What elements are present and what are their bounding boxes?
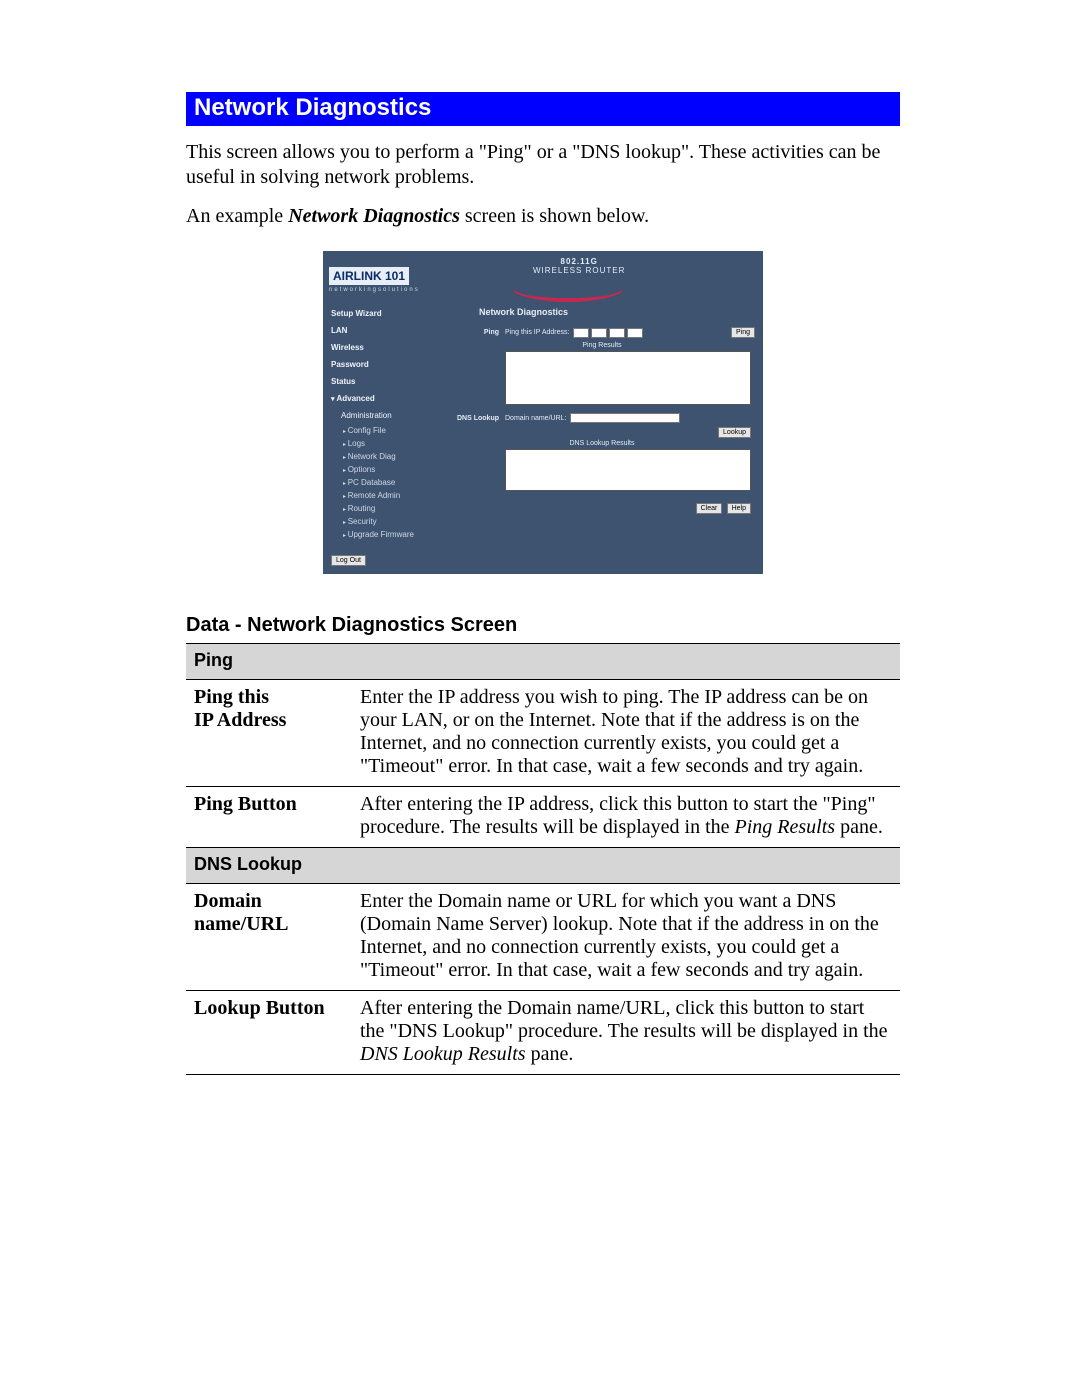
ip-octet-1[interactable] [573,328,589,338]
clear-button[interactable]: Clear [696,503,723,514]
desc-ping-button: After entering the IP address, click thi… [352,787,900,848]
nav-security[interactable]: Security [331,515,441,528]
desc-ping-ip: Enter the IP address you wish to ping. T… [352,680,900,787]
nav-logs[interactable]: Logs [331,437,441,450]
nav-advanced[interactable]: Advanced [331,390,441,407]
logout-button[interactable]: Log Out [331,555,366,566]
router-logo-subtitle: networkingsolutions [329,287,469,293]
intro-paragraph-2: An example Network Diagnostics screen is… [186,204,900,229]
nav-administration-header: Administration [331,407,441,424]
router-logo: AIRLINK 101 [329,267,409,285]
label-ping-button: Ping Button [186,787,352,848]
nav-remote-admin[interactable]: Remote Admin [331,489,441,502]
router-nav: Setup Wizard LAN Wireless Password Statu… [331,305,441,566]
dns-results-box [505,449,751,491]
nav-password[interactable]: Password [331,356,441,373]
nav-lan[interactable]: LAN [331,322,441,339]
data-table: Ping Ping thisIP Address Enter the IP ad… [186,643,900,1075]
dns-field-label: Domain name/URL: [505,415,570,422]
nav-setup-wizard[interactable]: Setup Wizard [331,305,441,322]
domain-url-input[interactable] [570,413,680,423]
nav-options[interactable]: Options [331,463,441,476]
ping-section-label: Ping [449,329,505,336]
ping-ip-label: Ping this IP Address: [505,329,573,336]
nav-wireless[interactable]: Wireless [331,339,441,356]
group-header-dns: DNS Lookup [186,848,900,884]
dns-results-label: DNS Lookup Results [449,440,755,447]
label-domain-url: Domainname/URL [186,884,352,991]
nav-upgrade-firmware[interactable]: Upgrade Firmware [331,528,441,541]
nav-routing[interactable]: Routing [331,502,441,515]
page-title-bar: Network Diagnostics [186,92,900,126]
label-lookup-button: Lookup Button [186,991,352,1075]
swoosh-graphic [513,273,633,303]
ip-octet-3[interactable] [609,328,625,338]
ping-results-label: Ping Results [449,342,755,349]
nav-status[interactable]: Status [331,373,441,390]
dns-section-label: DNS Lookup [449,415,505,422]
lookup-button[interactable]: Lookup [718,427,751,438]
intro-paragraph-1: This screen allows you to perform a "Pin… [186,140,900,190]
nav-pc-database[interactable]: PC Database [331,476,441,489]
ip-octet-4[interactable] [627,328,643,338]
ping-button[interactable]: Ping [731,327,755,338]
nav-config-file[interactable]: Config File [331,424,441,437]
help-button[interactable]: Help [727,503,751,514]
data-section-heading: Data - Network Diagnostics Screen [186,614,900,637]
label-ping-ip: Ping thisIP Address [186,680,352,787]
ip-octet-2[interactable] [591,328,607,338]
desc-domain-url: Enter the Domain name or URL for which y… [352,884,900,991]
router-screenshot: AIRLINK 101 networkingsolutions 802.11G … [323,251,763,574]
desc-lookup-button: After entering the Domain name/URL, clic… [352,991,900,1075]
nav-network-diag[interactable]: Network Diag [331,450,441,463]
router-main-title: Network Diagnostics [449,305,755,327]
group-header-ping: Ping [186,644,900,680]
ping-results-box [505,351,751,405]
